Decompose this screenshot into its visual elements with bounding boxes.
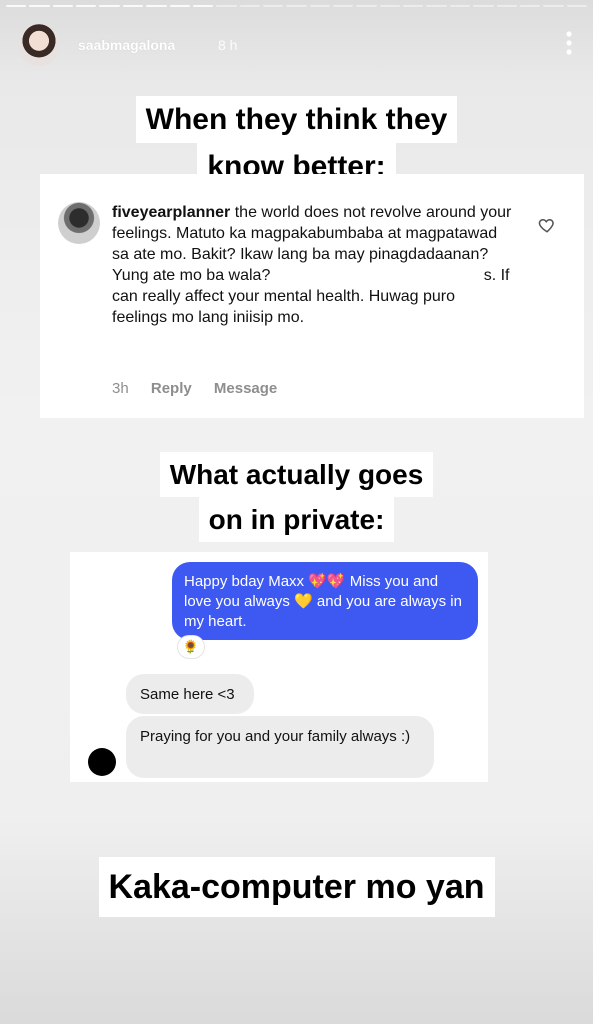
more-vertical-icon[interactable]	[565, 30, 573, 56]
message-button[interactable]: Message	[214, 380, 277, 397]
caption-bottom-line: Kaka-computer mo yan	[98, 857, 495, 917]
caption-middle: What actually goes on in private:	[0, 452, 593, 542]
caption-middle-line1: What actually goes	[159, 452, 434, 497]
commenter-avatar[interactable]	[58, 202, 100, 244]
story-time: 8 h	[218, 37, 238, 53]
reply-button[interactable]: Reply	[151, 380, 192, 397]
caption-middle-line2: on in private:	[198, 497, 395, 542]
received-message-bubble[interactable]: Same here <3	[126, 674, 254, 714]
comment-text: fiveyearplanner the world does not revol…	[112, 202, 512, 328]
comment-actions: 3h Reply Message	[112, 380, 295, 397]
story-header: saabmagalona 8 h	[18, 24, 575, 68]
story-avatar[interactable]	[18, 24, 60, 66]
dm-conversation: Happy bday Maxx 💖💖 Miss you and love you…	[70, 552, 488, 782]
heart-icon[interactable]	[538, 216, 556, 234]
story-username[interactable]: saabmagalona	[78, 37, 175, 53]
comment-card: fiveyearplanner the world does not revol…	[40, 174, 584, 418]
story-progress-bar	[6, 5, 587, 7]
caption-top-line1: When they think they	[135, 96, 458, 143]
received-message-bubble[interactable]: Praying for you and your family always :…	[126, 716, 434, 778]
dm-sender-avatar	[88, 748, 116, 776]
caption-bottom: Kaka-computer mo yan	[0, 857, 593, 917]
sent-message-bubble[interactable]: Happy bday Maxx 💖💖 Miss you and love you…	[172, 562, 478, 640]
sunflower-reaction-icon[interactable]: 🌻	[178, 636, 204, 658]
comment-time: 3h	[112, 380, 129, 397]
commenter-username[interactable]: fiveyearplanner	[112, 204, 230, 221]
